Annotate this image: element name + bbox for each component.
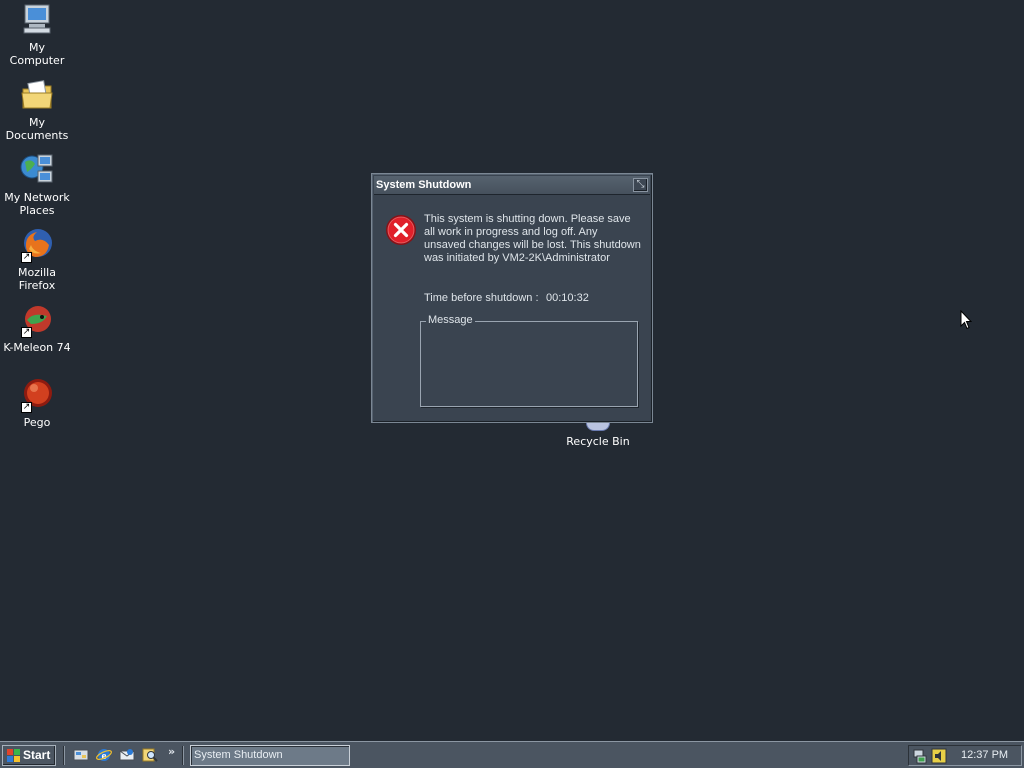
close-icon[interactable]: ⤡ (633, 178, 648, 192)
desktop-icon-mozilla-firefox[interactable]: ↗ Mozilla Firefox (0, 227, 74, 292)
dialog-title: System Shutdown (376, 179, 472, 191)
desktop-icon-recycle-bin[interactable]: Recycle Bin (560, 421, 636, 448)
shutdown-message: This system is shutting down. Please sav… (424, 213, 641, 264)
start-label: Start (23, 748, 51, 762)
system-tray: 12:37 PM (908, 745, 1022, 766)
time-before-shutdown-label: Time before shutdown : (424, 292, 539, 304)
taskbar-button-system-shutdown[interactable]: System Shutdown (190, 745, 350, 766)
search-icon[interactable] (142, 747, 158, 763)
pego-icon: ↗ (19, 377, 55, 413)
desktop-icon-my-computer[interactable]: My Computer (0, 2, 74, 67)
volume-icon[interactable] (931, 748, 947, 764)
taskbar-separator (182, 746, 184, 765)
k-meleon-icon: ↗ (19, 302, 55, 338)
taskbar: Start e » System Shutdown 12:37 PM (0, 741, 1024, 768)
desktop-icon-k-meleon[interactable]: ↗ K-Meleon 74 (0, 302, 74, 354)
desktop-icon-my-network-places[interactable]: My Network Places (0, 152, 74, 217)
mouse-pointer-icon (960, 309, 973, 330)
shortcut-arrow-icon: ↗ (21, 327, 32, 338)
quick-launch-more-button[interactable]: » (168, 745, 175, 758)
shortcut-arrow-icon: ↗ (21, 402, 32, 413)
computer-icon (19, 2, 55, 38)
desktop-icon-label: Pego (23, 416, 51, 429)
start-button[interactable]: Start (2, 745, 56, 766)
dialog-title-bar[interactable]: System Shutdown ⤡ (374, 176, 650, 195)
clock[interactable]: 12:37 PM (961, 749, 1008, 761)
internet-explorer-icon[interactable]: e (96, 747, 112, 763)
outlook-express-icon[interactable] (119, 747, 135, 763)
desktop-icon-label: Mozilla Firefox (18, 266, 56, 292)
show-desktop-icon[interactable] (73, 747, 89, 763)
network-icon[interactable] (912, 748, 928, 764)
desktop-icon-my-documents[interactable]: My Documents (0, 77, 74, 142)
desktop-icon-pego[interactable]: ↗ Pego (0, 377, 74, 429)
desktop-icon-label: K-Meleon 74 (3, 341, 71, 354)
message-groupbox: Message (420, 314, 638, 407)
shortcut-arrow-icon: ↗ (21, 252, 32, 263)
taskbar-separator (63, 746, 65, 765)
desktop-icon-label: Recycle Bin (566, 435, 630, 448)
message-groupbox-label: Message (426, 314, 475, 326)
time-before-shutdown-value: 00:10:32 (546, 292, 589, 304)
system-shutdown-dialog: System Shutdown ⤡ This system is shuttin… (371, 173, 653, 423)
desktop-icon-label: My Network Places (4, 191, 70, 217)
windows-logo-icon (7, 749, 20, 762)
firefox-icon: ↗ (19, 227, 55, 263)
desktop-icon-label: My Computer (9, 41, 65, 67)
network-places-icon (19, 152, 55, 188)
documents-folder-icon (19, 77, 55, 113)
error-icon (385, 214, 417, 246)
desktop-icon-label: My Documents (5, 116, 69, 142)
